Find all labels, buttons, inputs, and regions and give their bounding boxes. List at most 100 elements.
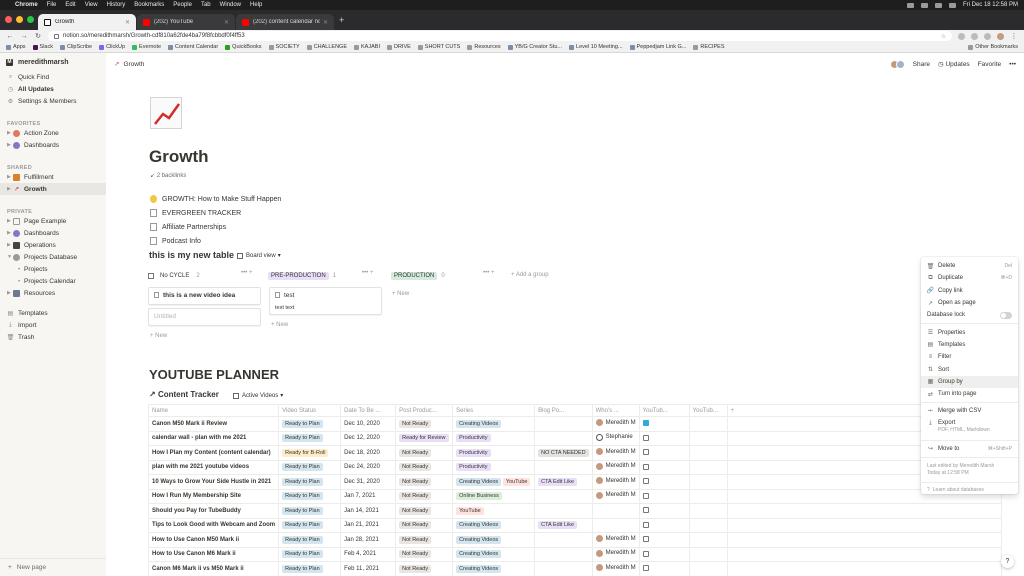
sidebar-templates[interactable]: ▤ Templates [0, 307, 106, 319]
cell-youtube-2[interactable] [688, 503, 728, 519]
column-header-youtube-2[interactable]: YouTub... [688, 404, 728, 417]
favorite-button[interactable]: Favorite [978, 61, 1001, 68]
bookmark-society[interactable]: SOCIETY [268, 44, 300, 50]
cell-video-status[interactable]: Ready to Plan [278, 532, 342, 548]
menu-edit[interactable]: Edit [65, 2, 75, 8]
menu-people[interactable]: People [173, 2, 192, 8]
table-row[interactable]: plan with me 2021 youtube videos Ready to… [147, 459, 1002, 475]
cell-whos[interactable]: Meredith M [591, 474, 640, 490]
cell-blog-post[interactable] [534, 459, 593, 475]
menu-window[interactable]: Window [220, 2, 241, 8]
cell-whos[interactable] [591, 517, 640, 533]
cell-youtube-2[interactable] [688, 459, 728, 475]
extension-icon[interactable] [971, 32, 978, 40]
address-bar[interactable]: notion.so/meredithmarsh/Growth-cdf810a62… [48, 31, 952, 41]
cell-video-status[interactable]: Ready to Plan [278, 517, 342, 533]
close-icon[interactable]: ✕ [224, 19, 229, 26]
menu-item-move-to[interactable]: ↪ Move to ⌘+Shift+P [921, 443, 1018, 455]
sidebar-item-growth[interactable]: ▶ ↗ Growth [0, 183, 106, 195]
cell-youtube-2[interactable] [688, 416, 728, 432]
checkbox[interactable] [642, 521, 649, 528]
cell-series[interactable]: Creating Videos [452, 546, 536, 562]
table-row[interactable]: How to Use Canon M6 Mark ii Ready to Plan… [147, 546, 1002, 562]
table-row[interactable]: calendar wall - plan with me 2021 Ready t… [147, 430, 1002, 446]
menu-item-export[interactable]: ⤓ Export PDF, HTML, Markdown [921, 418, 1018, 438]
checkbox[interactable] [642, 434, 649, 441]
cell-series[interactable]: Productivity [452, 445, 536, 461]
zoom-window-button[interactable] [27, 16, 34, 23]
menu-item-duplicate[interactable]: ⧉ Duplicate ⌘+D [921, 272, 1018, 284]
cell-name[interactable]: Canon M50 Mark ii Review [147, 416, 280, 432]
table-row[interactable]: Should you Pay for TubeBuddy Ready to Pla… [147, 503, 1002, 519]
menu-bookmarks[interactable]: Bookmarks [134, 2, 164, 8]
column-header-name[interactable]: Name [147, 404, 280, 417]
bookmark-kajabi[interactable]: KAJABI [354, 44, 380, 50]
bookmark-clipscribe[interactable]: ClipScribe [60, 44, 92, 50]
cell-post-production[interactable]: Not Ready [395, 459, 454, 475]
column-header-blog-post[interactable]: Blog Po... [534, 404, 593, 417]
cell-youtube-2[interactable] [688, 561, 728, 576]
backlinks[interactable]: ↙ 2 backlinks [150, 172, 186, 179]
cell-date[interactable]: Jan 14, 2021 [340, 503, 397, 519]
cell-blog-post[interactable] [534, 546, 593, 562]
new-card-button[interactable]: + New [150, 333, 167, 339]
cell-date[interactable]: Jan 7, 2021 [340, 488, 397, 504]
checkbox[interactable] [642, 420, 649, 427]
cell-blog-post[interactable]: CTA Edit Like [534, 517, 593, 533]
reload-icon[interactable]: ↻ [34, 32, 42, 40]
sidebar-item-resources[interactable]: ▶ Resources [0, 287, 106, 299]
cell-name[interactable]: calendar wall - plan with me 2021 [147, 430, 280, 446]
table-row[interactable]: Tips to Look Good with Webcam and Zoom Re… [147, 517, 1002, 533]
menu-item-templates[interactable]: ▤ Templates [921, 339, 1018, 351]
cell-video-status[interactable]: Ready to Plan [278, 416, 342, 432]
menu-item-sort[interactable]: ⇅ Sort [921, 363, 1018, 375]
cell-date[interactable]: Dec 10, 2020 [340, 416, 397, 432]
menu-view[interactable]: View [85, 2, 98, 8]
checkbox[interactable] [642, 536, 649, 543]
cell-post-production[interactable]: Not Ready [395, 517, 454, 533]
cell-post-production[interactable]: Not Ready [395, 445, 454, 461]
cell-date[interactable]: Dec 18, 2020 [340, 445, 397, 461]
menu-item-open-as-page[interactable]: ↗ Open as page [921, 297, 1018, 309]
cell-blog-post[interactable] [534, 430, 593, 446]
cell-series[interactable]: Online Business [452, 488, 536, 504]
cell-blog-post[interactable] [534, 503, 593, 519]
cell-post-production[interactable]: Ready for Review [395, 430, 454, 446]
more-options-button[interactable]: ••• [1009, 61, 1016, 68]
cell-youtube-checkbox[interactable] [638, 517, 690, 533]
table-row[interactable]: Canon M6 Mark ii vs M50 Mark ii Ready to … [147, 561, 1002, 576]
help-button[interactable]: ? [1001, 555, 1014, 568]
bookmark-peppedjam[interactable]: Peppedjam Link G... [629, 44, 686, 50]
column-options[interactable]: ••• + [362, 270, 373, 276]
share-button[interactable]: Share [913, 61, 930, 68]
cell-post-production[interactable]: Not Ready [395, 546, 454, 562]
cell-post-production[interactable]: Not Ready [395, 488, 454, 504]
menu-file[interactable]: File [47, 2, 57, 8]
back-icon[interactable]: ← [6, 33, 14, 40]
cell-youtube-checkbox[interactable] [638, 561, 690, 576]
link-evergreen-tracker[interactable]: EVERGREEN TRACKER [150, 206, 281, 220]
new-tab-button[interactable]: + [339, 15, 344, 25]
cell-youtube-checkbox[interactable] [638, 488, 690, 504]
updates-button[interactable]: ◷ Updates [938, 60, 970, 68]
checkbox[interactable] [642, 550, 649, 557]
column-header-video-status[interactable]: Video Status [278, 404, 342, 417]
bookmark-slack[interactable]: Slack [32, 44, 53, 50]
cell-post-production[interactable]: Not Ready [395, 532, 454, 548]
table-view-selector[interactable]: Active Videos ▾ [233, 392, 283, 399]
star-icon[interactable]: ☆ [941, 33, 946, 40]
new-card-button[interactable]: + New [392, 291, 409, 297]
cell-series[interactable]: Creating Videos YouTube [452, 474, 536, 490]
menu-item-filter[interactable]: ≡ Filter [921, 351, 1018, 363]
bookmark-content-calendar[interactable]: Content Calendar [168, 44, 218, 50]
cell-video-status[interactable]: Ready to Plan [278, 488, 342, 504]
cell-series[interactable]: Productivity [452, 459, 536, 475]
checkbox[interactable] [642, 449, 649, 456]
menubar-clock[interactable]: Fri Dec 18 12:58 PM [963, 2, 1018, 8]
collaborator-avatars[interactable] [889, 59, 905, 69]
cell-date[interactable]: Jan 28, 2021 [340, 532, 397, 548]
column-header-youtube-1[interactable]: YouTub... [638, 404, 690, 417]
cell-post-production[interactable]: Not Ready [395, 503, 454, 519]
database-lock-toggle[interactable] [1000, 311, 1012, 319]
cell-series[interactable]: Creating Videos [452, 416, 536, 432]
